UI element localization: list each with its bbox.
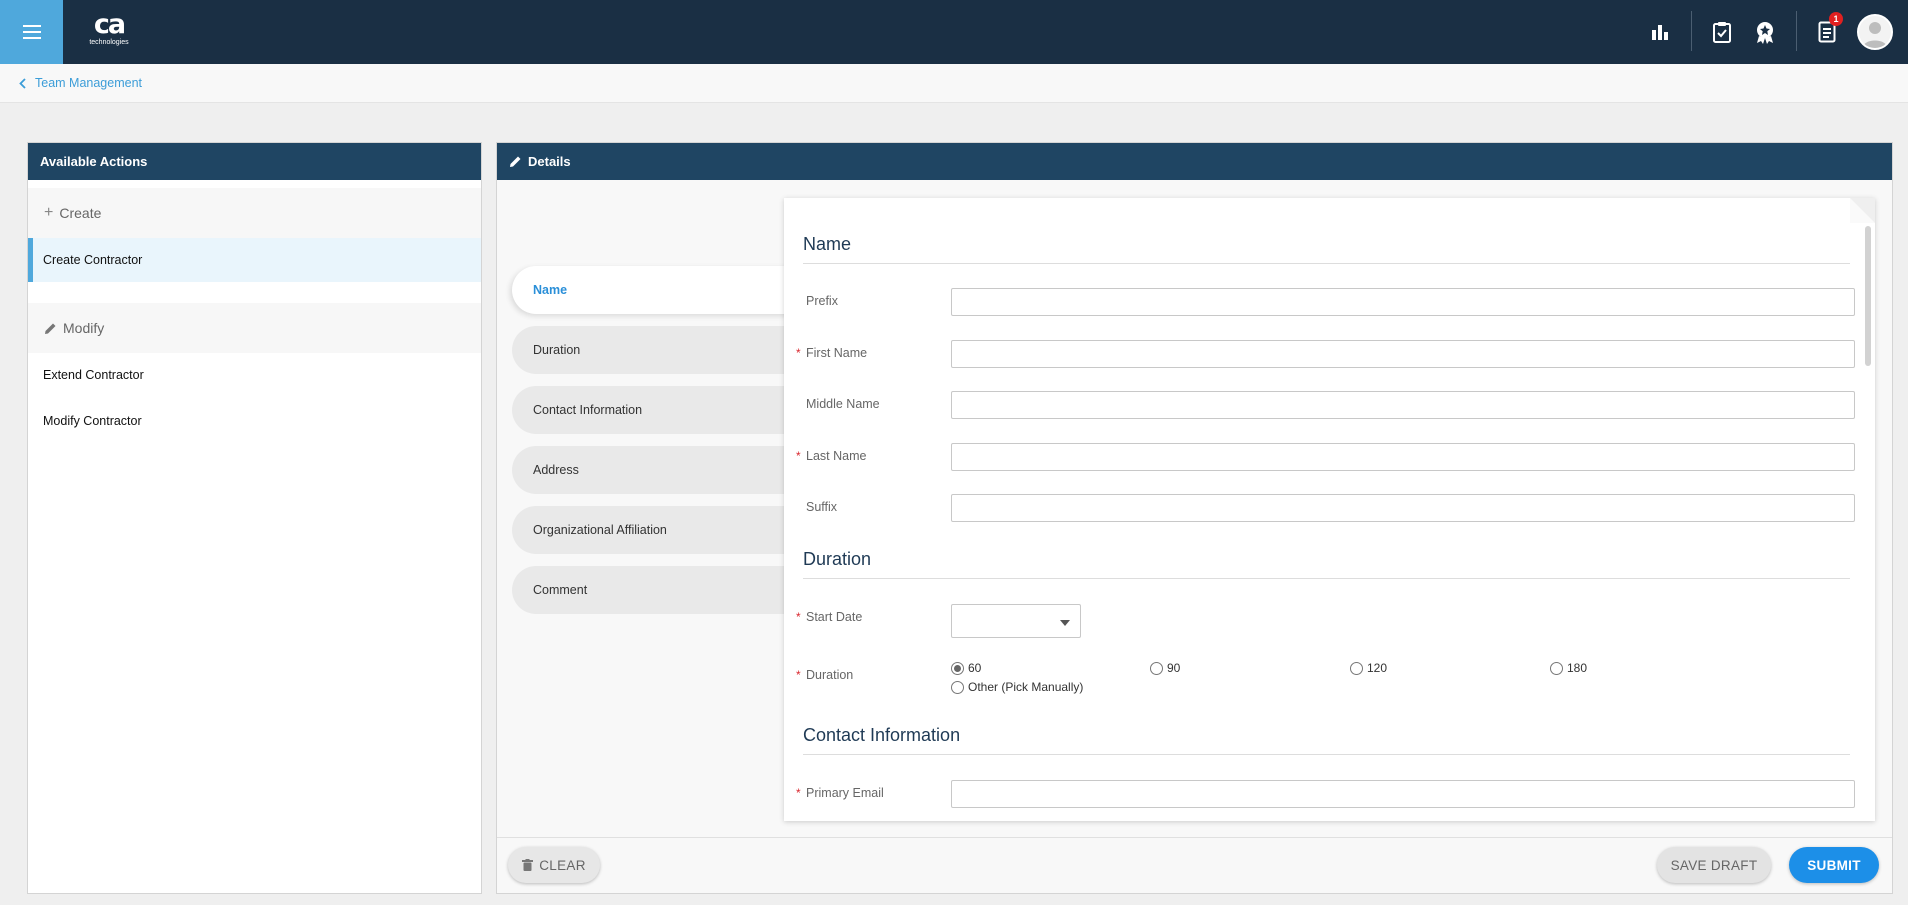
action-label: Extend Contractor: [43, 368, 144, 382]
pencil-icon: [510, 156, 521, 167]
toolbar-divider: [1691, 11, 1692, 51]
menu-button[interactable]: [0, 0, 63, 64]
modify-section-label: Modify: [63, 320, 105, 336]
radio-button-icon: [1350, 661, 1363, 675]
suffix-label: Suffix: [806, 500, 838, 514]
trash-icon: [522, 859, 534, 871]
duration-radio-90[interactable]: 90: [1150, 661, 1180, 675]
duration-radio-other[interactable]: Other (Pick Manually): [951, 680, 1083, 694]
ca-technologies-logo[interactable]: ca technologies: [86, 11, 132, 52]
required-marker: *: [796, 449, 801, 463]
details-header: Details: [497, 143, 1892, 180]
middle-name-input[interactable]: [951, 391, 1855, 419]
available-actions-header: Available Actions: [28, 143, 481, 180]
action-extend-contractor[interactable]: Extend Contractor: [28, 353, 481, 397]
top-navigation-bar: ca technologies 1: [0, 0, 1908, 64]
prefix-input[interactable]: [951, 288, 1855, 316]
breadcrumb-bar: Team Management: [0, 64, 1908, 103]
contact-section-title: Contact Information: [803, 725, 1850, 755]
details-title: Details: [528, 154, 571, 169]
clear-button[interactable]: CLEAR: [508, 847, 600, 883]
user-avatar-icon[interactable]: [1857, 14, 1893, 50]
duration-section-title: Duration: [803, 549, 1850, 579]
radio-button-icon: [1150, 661, 1163, 675]
suffix-input[interactable]: [951, 494, 1855, 522]
save-draft-button[interactable]: SAVE DRAFT: [1657, 847, 1771, 883]
last-name-label: Last Name: [806, 449, 867, 463]
middle-name-label: Middle Name: [806, 397, 880, 411]
breadcrumb-label: Team Management: [35, 76, 143, 90]
required-marker: *: [796, 668, 801, 682]
available-actions-panel: Available Actions + Create Create Contra…: [27, 142, 482, 894]
last-name-input[interactable]: [951, 443, 1855, 471]
duration-radio-180[interactable]: 180: [1550, 661, 1587, 675]
prefix-label: Prefix: [806, 294, 838, 308]
page-fold-corner: [1850, 198, 1875, 223]
primary-email-input[interactable]: [951, 780, 1855, 808]
notification-badge: 1: [1829, 12, 1843, 26]
award-badge-icon[interactable]: [1752, 19, 1778, 45]
first-name-input[interactable]: [951, 340, 1855, 368]
radio-button-icon: [1550, 661, 1563, 675]
modify-section-header: Modify: [28, 303, 481, 353]
action-create-contractor[interactable]: Create Contractor: [28, 238, 481, 282]
step-contact-information[interactable]: Contact Information: [512, 386, 802, 434]
contractor-form: Name Prefix * First Name Middle Name * L…: [784, 198, 1875, 821]
plus-icon: +: [44, 204, 54, 221]
step-comment[interactable]: Comment: [512, 566, 802, 614]
action-modify-contractor[interactable]: Modify Contractor: [28, 399, 481, 443]
required-marker: *: [796, 610, 801, 624]
clipboard-check-icon[interactable]: [1709, 19, 1735, 45]
available-actions-title: Available Actions: [40, 154, 148, 169]
submit-button[interactable]: SUBMIT: [1789, 847, 1879, 883]
step-duration[interactable]: Duration: [512, 326, 802, 374]
primary-email-label: Primary Email: [806, 786, 884, 800]
radio-button-icon: [951, 661, 964, 675]
step-name[interactable]: Name: [512, 266, 802, 314]
required-marker: *: [796, 346, 801, 360]
duration-radio-120[interactable]: 120: [1350, 661, 1387, 675]
chevron-left-icon: [19, 77, 26, 89]
action-label: Create Contractor: [43, 253, 143, 267]
step-address[interactable]: Address: [512, 446, 802, 494]
form-scrollbar[interactable]: [1865, 226, 1871, 366]
start-date-label: Start Date: [806, 610, 863, 624]
breadcrumb[interactable]: Team Management: [19, 76, 142, 90]
create-section-header: + Create: [28, 188, 481, 238]
caret-down-icon: [1060, 620, 1070, 626]
create-section-label: Create: [59, 205, 102, 221]
menu-icon: [22, 25, 41, 39]
duration-radio-60[interactable]: 60: [951, 661, 981, 675]
required-marker: *: [796, 786, 801, 800]
start-date-select[interactable]: [951, 604, 1081, 638]
name-section-title: Name: [803, 234, 1850, 264]
radio-button-icon: [951, 680, 964, 694]
action-label: Modify Contractor: [43, 414, 142, 428]
bar-chart-icon[interactable]: [1647, 19, 1673, 45]
toolbar-divider: [1796, 11, 1797, 51]
first-name-label: First Name: [806, 346, 868, 360]
duration-label: Duration: [806, 668, 854, 682]
step-organizational-affiliation[interactable]: Organizational Affiliation: [512, 506, 802, 554]
pencil-icon: [45, 323, 56, 334]
